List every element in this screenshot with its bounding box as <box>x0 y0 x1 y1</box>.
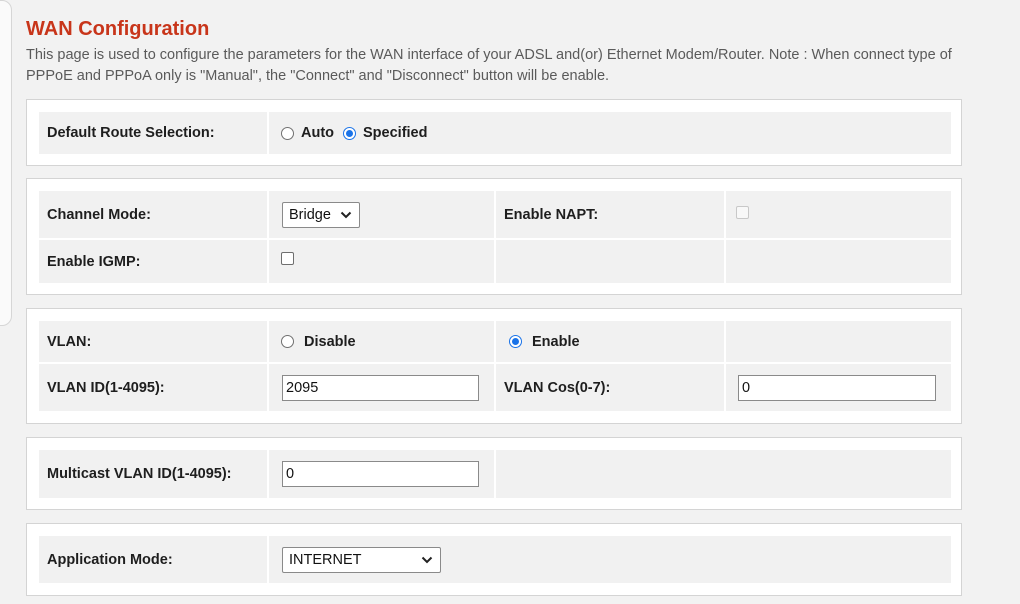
application-mode-cell: INTERNET <box>269 536 951 583</box>
default-route-panel: Default Route Selection: Auto Specified <box>26 99 962 166</box>
channel-mode-cell: Bridge <box>269 191 494 238</box>
multicast-vlan-label: Multicast VLAN ID(1-4095): <box>39 450 267 498</box>
vlan-disable-radio[interactable] <box>281 335 294 348</box>
enable-napt-label: Enable NAPT: <box>496 191 724 238</box>
vlan-cos-label: VLAN Cos(0-7): <box>496 364 724 411</box>
channel-panel: Channel Mode: Bridge Enable NAPT: Enable… <box>26 178 962 295</box>
enable-igmp-label: Enable IGMP: <box>39 240 267 283</box>
vlan-id-cell <box>269 364 494 411</box>
empty-cell <box>726 321 951 362</box>
application-mode-label: Application Mode: <box>39 536 267 583</box>
multicast-vlan-cell <box>269 450 494 498</box>
vlan-id-label: VLAN ID(1-4095): <box>39 364 267 411</box>
channel-mode-label: Channel Mode: <box>39 191 267 238</box>
left-rail <box>0 0 12 326</box>
vlan-enable-radio[interactable] <box>509 335 522 348</box>
page-description: This page is used to configure the param… <box>26 47 952 84</box>
multicast-vlan-input[interactable] <box>282 461 479 487</box>
vlan-disable-cell: Disable <box>269 321 494 362</box>
default-route-specified-label[interactable]: Specified <box>363 125 427 141</box>
default-route-specified-radio[interactable] <box>343 126 357 140</box>
application-mode-select[interactable]: INTERNET <box>282 546 441 573</box>
default-route-label: Default Route Selection: <box>39 112 267 154</box>
chevron-down-icon <box>340 211 352 218</box>
channel-mode-value: Bridge <box>289 206 331 223</box>
enable-igmp-checkbox[interactable] <box>281 252 294 265</box>
page-title: WAN Configuration <box>26 18 210 40</box>
enable-napt-cell <box>726 191 951 238</box>
empty-cell <box>496 240 724 283</box>
vlan-enable-cell: Enable <box>496 321 724 362</box>
default-route-auto-radio[interactable] <box>281 126 294 140</box>
vlan-disable-label[interactable]: Disable <box>304 334 356 350</box>
enable-igmp-cell <box>269 240 494 283</box>
enable-napt-checkbox[interactable] <box>736 206 749 219</box>
vlan-id-input[interactable] <box>282 374 479 401</box>
vlan-label: VLAN: <box>39 321 267 362</box>
vlan-cos-cell <box>726 364 951 411</box>
empty-cell <box>496 450 951 498</box>
default-route-auto-label[interactable]: Auto <box>301 125 334 141</box>
vlan-panel: VLAN: Disable Enable VLAN ID(1-4095): VL… <box>26 308 962 424</box>
application-mode-value: INTERNET <box>289 551 362 568</box>
empty-cell <box>726 240 951 283</box>
vlan-cos-input[interactable] <box>738 374 936 401</box>
channel-mode-select[interactable]: Bridge <box>282 201 360 228</box>
chevron-down-icon <box>421 556 433 563</box>
vlan-enable-label[interactable]: Enable <box>532 334 580 350</box>
multicast-panel: Multicast VLAN ID(1-4095): <box>26 437 962 510</box>
default-route-options: Auto Specified <box>269 112 951 154</box>
application-panel: Application Mode: INTERNET <box>26 523 962 596</box>
